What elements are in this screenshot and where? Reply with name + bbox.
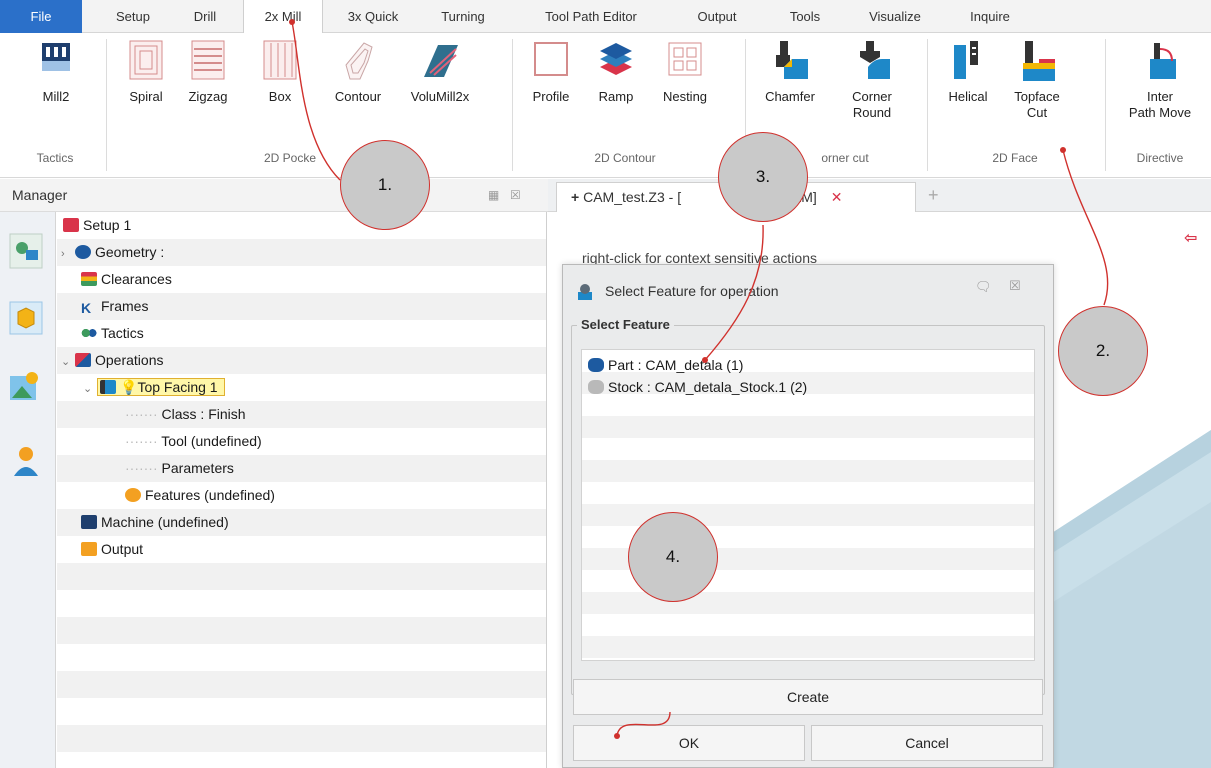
callout-4: 4. (628, 512, 718, 602)
callout-3: 3. (718, 132, 808, 222)
callout-1: 1. (340, 140, 430, 230)
callout-2: 2. (1058, 306, 1148, 396)
annotation-lines (289, 19, 1109, 739)
